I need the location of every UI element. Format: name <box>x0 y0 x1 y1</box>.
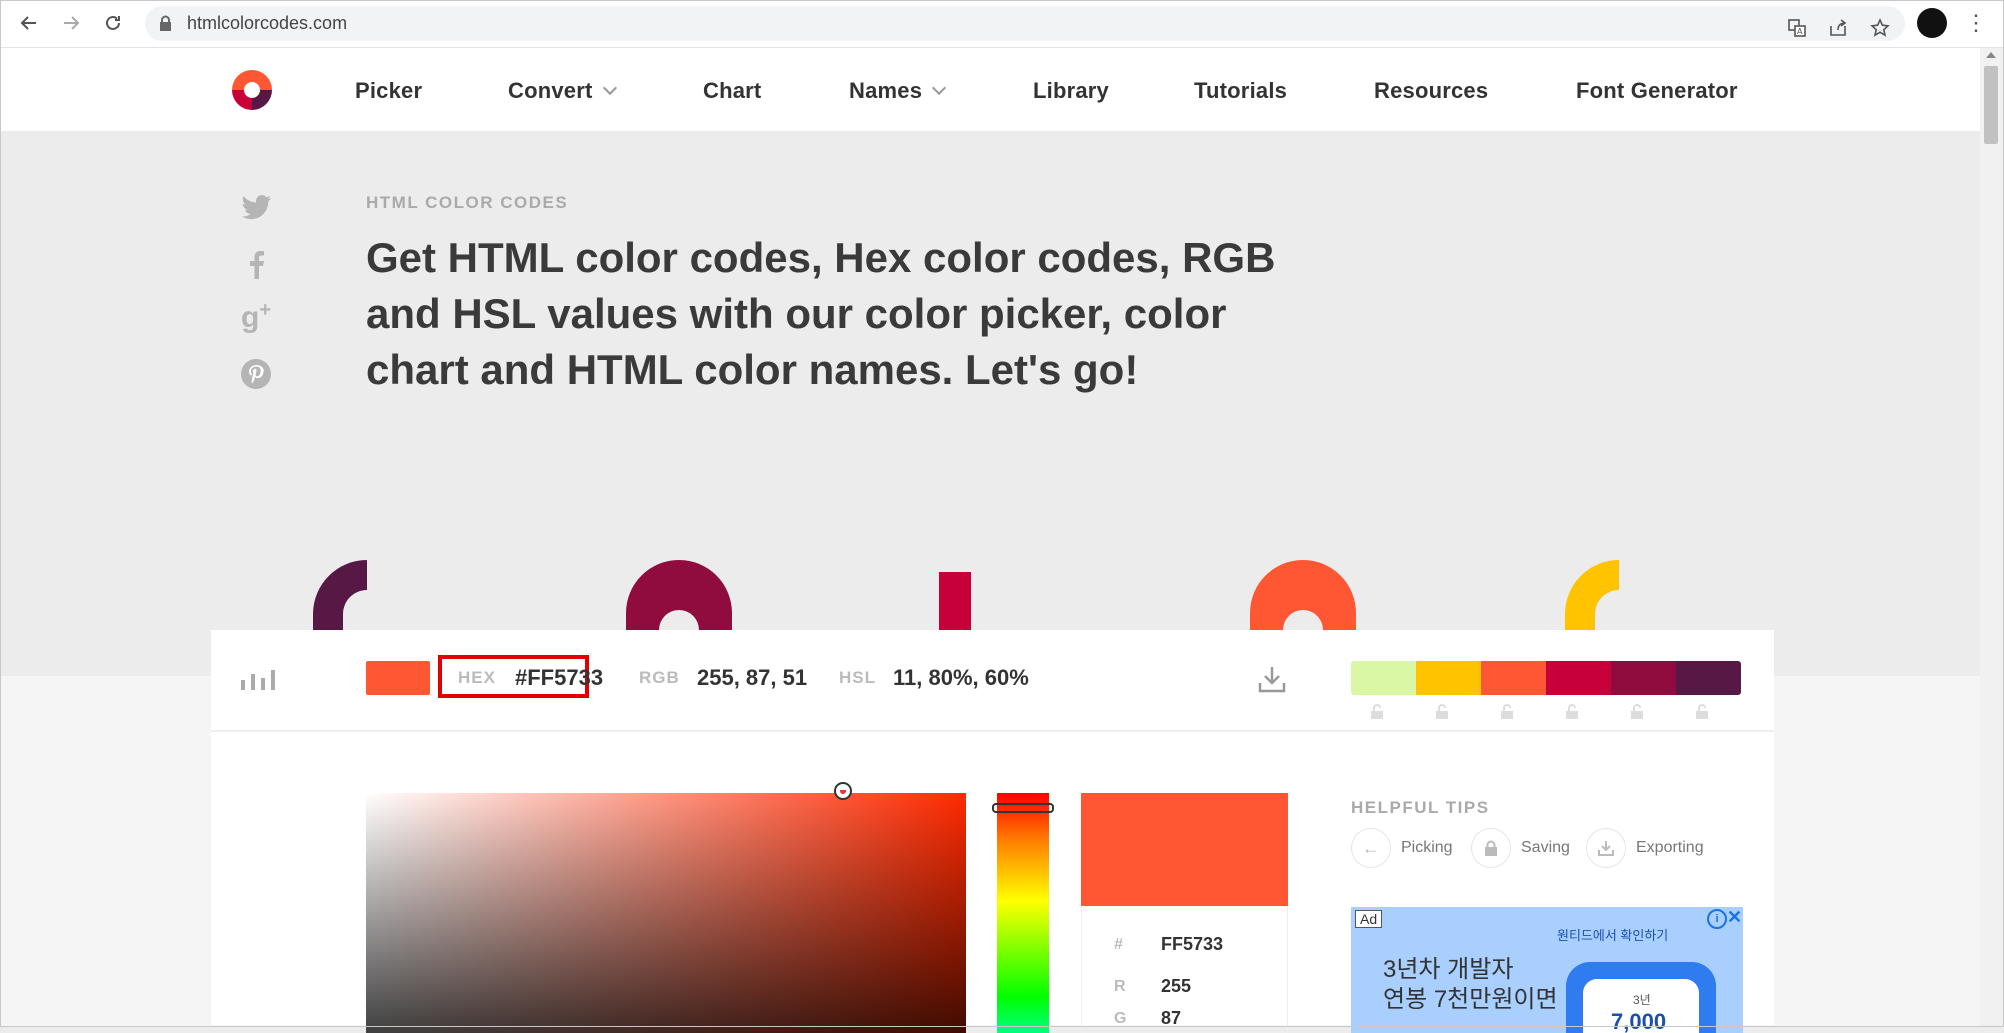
page-headline: Get HTML color codes, Hex color codes, R… <box>366 234 1276 393</box>
ad-small-text: 원티드에서 확인하기 <box>1557 928 1669 943</box>
ad-close-icon[interactable]: ✕ <box>1727 907 1742 928</box>
chevron-down-icon <box>932 80 947 96</box>
unlock-icon[interactable] <box>1369 703 1385 719</box>
pinterest-icon[interactable] <box>238 356 274 392</box>
address-bar[interactable]: htmlcolorcodes.com A <box>145 6 1905 41</box>
tip-label: Exporting <box>1636 839 1704 856</box>
hex-value[interactable]: #FF5733 <box>515 665 603 691</box>
color-picker-card: HEX #FF5733 RGB 255, 87, 51 HSL 11, 80%,… <box>211 630 1774 1033</box>
decorative-ring-orange <box>1250 560 1356 632</box>
svg-text:A: A <box>1797 27 1803 36</box>
color-preview <box>1081 793 1288 906</box>
decorative-bar-red <box>939 572 971 632</box>
translate-icon[interactable]: A <box>1785 16 1809 40</box>
color-palette <box>1351 661 1741 695</box>
unlock-icon[interactable] <box>1434 703 1450 719</box>
arrow-left-icon: ← <box>1351 828 1391 868</box>
nav-library[interactable]: Library <box>1033 78 1109 104</box>
palette-swatch[interactable] <box>1481 661 1546 695</box>
site-logo[interactable] <box>230 68 274 112</box>
lock-icon <box>159 15 172 32</box>
hash-value[interactable]: FF5733 <box>1161 934 1223 955</box>
saturation-brightness-field[interactable] <box>366 793 966 1033</box>
hash-label: # <box>1114 936 1123 953</box>
facebook-icon[interactable] <box>238 246 274 282</box>
nav-convert[interactable]: Convert <box>508 78 617 104</box>
unlock-icon[interactable] <box>1694 703 1710 719</box>
palette-swatch[interactable] <box>1351 661 1416 695</box>
google-plus-icon[interactable]: g + <box>238 298 274 336</box>
download-icon <box>1586 828 1626 868</box>
nav-names[interactable]: Names <box>849 78 947 104</box>
decorative-arc-yellow <box>1565 560 1619 632</box>
download-icon[interactable] <box>1256 663 1288 695</box>
helpful-tips-title: HELPFUL TIPS <box>1351 798 1490 817</box>
share-icon[interactable] <box>1826 16 1850 40</box>
palette-swatch[interactable] <box>1611 661 1676 695</box>
r-label: R <box>1114 978 1126 995</box>
forward-arrow-icon[interactable] <box>58 10 84 36</box>
chevron-down-icon <box>602 80 617 96</box>
hex-label: HEX <box>458 668 496 687</box>
tip-picking[interactable]: ← Picking <box>1351 828 1453 868</box>
g-value[interactable]: 87 <box>1161 1008 1181 1029</box>
ad-tag: Ad <box>1355 910 1383 928</box>
hue-slider-handle[interactable] <box>992 803 1054 813</box>
g-label: G <box>1114 1010 1127 1027</box>
nav-font-generator[interactable]: Font Generator <box>1576 78 1738 104</box>
lock-icon <box>1471 828 1511 868</box>
hsl-value[interactable]: 11, 80%, 60% <box>893 665 1029 691</box>
tip-label: Picking <box>1401 839 1453 856</box>
plus-glyph: + <box>259 298 271 321</box>
decorative-arc-purple <box>313 560 367 632</box>
hsl-label: HSL <box>839 668 876 687</box>
scrollbar[interactable] <box>1980 48 2002 1025</box>
rgb-label: RGB <box>639 668 680 687</box>
rgb-value[interactable]: 255, 87, 51 <box>697 665 807 691</box>
nav-chart[interactable]: Chart <box>703 78 761 104</box>
r-value[interactable]: 255 <box>1161 976 1191 997</box>
site-navigation: Picker Convert Chart Names Library Tutor… <box>0 48 1980 131</box>
kebab-menu-icon[interactable]: ⋮ <box>1965 10 1987 36</box>
bookmark-star-icon[interactable] <box>1868 16 1892 40</box>
color-values-panel: # FF5733 R 255 G 87 <box>1081 906 1288 1033</box>
nav-resources[interactable]: Resources <box>1374 78 1488 104</box>
ad-phone-bottom: 7,000 <box>1611 1009 1667 1033</box>
hue-slider[interactable] <box>997 793 1049 1033</box>
palette-swatch[interactable] <box>1546 661 1611 695</box>
ad-line-2: 연봉 7천만원이면 <box>1383 986 1558 1013</box>
ad-phone-screen: 3년 7,000 <box>1583 979 1699 1033</box>
chart-bars-icon[interactable] <box>241 668 275 690</box>
page-kicker: HTML COLOR CODES <box>366 193 569 212</box>
palette-swatch[interactable] <box>1416 661 1481 695</box>
twitter-icon[interactable] <box>238 190 274 226</box>
profile-avatar[interactable] <box>1917 8 1947 38</box>
nav-convert-label: Convert <box>508 78 593 103</box>
palette-swatch[interactable] <box>1676 661 1741 695</box>
url-text[interactable]: htmlcolorcodes.com <box>187 13 347 34</box>
advertisement[interactable]: Ad i ✕ 원티드에서 확인하기 3년차 개발자 연봉 7천만원이면 3년 7… <box>1351 907 1743 1033</box>
current-color-swatch[interactable] <box>366 661 430 695</box>
color-picker-cursor[interactable] <box>834 782 852 800</box>
nav-picker[interactable]: Picker <box>355 78 422 104</box>
nav-tutorials[interactable]: Tutorials <box>1194 78 1287 104</box>
tip-exporting[interactable]: Exporting <box>1586 828 1704 868</box>
decorative-ring-maroon <box>626 560 732 632</box>
nav-names-label: Names <box>849 78 923 103</box>
back-arrow-icon[interactable] <box>16 10 42 36</box>
color-values-bar: HEX #FF5733 RGB 255, 87, 51 HSL 11, 80%,… <box>211 630 1774 732</box>
browser-toolbar: htmlcolorcodes.com A ⋮ <box>0 0 2004 48</box>
ad-phone-top: 3년 <box>1633 993 1651 1007</box>
scrollbar-thumb[interactable] <box>1984 66 1998 144</box>
unlock-icon[interactable] <box>1499 703 1515 719</box>
tip-label: Saving <box>1521 839 1570 856</box>
scroll-up-arrow-icon[interactable] <box>1986 52 1996 58</box>
tip-saving[interactable]: Saving <box>1471 828 1570 868</box>
ad-info-icon[interactable]: i <box>1707 909 1727 929</box>
unlock-icon[interactable] <box>1629 703 1645 719</box>
unlock-icon[interactable] <box>1564 703 1580 719</box>
reload-icon[interactable] <box>100 10 126 36</box>
